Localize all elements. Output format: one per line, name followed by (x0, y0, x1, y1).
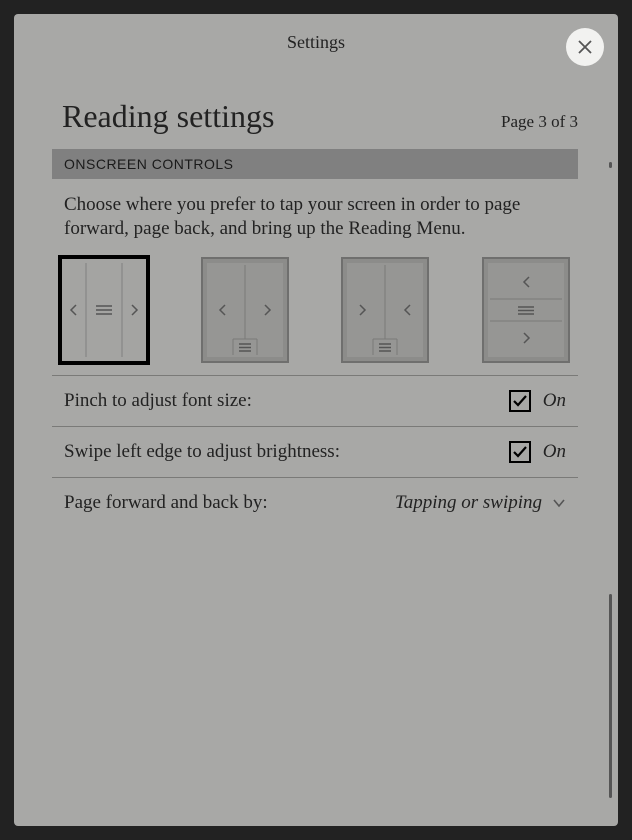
chevron-right-icon (524, 333, 529, 343)
page-header: Reading settings Page 3 of 3 (14, 70, 618, 149)
page-indicator: Page 3 of 3 (501, 112, 578, 132)
setting-label: Pinch to adjust font size: (64, 390, 509, 412)
section-description: Choose where you prefer to tap your scre… (52, 179, 578, 259)
tap-layout-option-4[interactable] (484, 259, 568, 361)
modal-title: Settings (287, 32, 345, 53)
chevron-right-icon (360, 305, 365, 315)
menu-lines-icon (379, 344, 391, 351)
checkbox-icon (509, 441, 531, 463)
chevron-left-icon (524, 277, 529, 287)
chevron-left-icon (220, 305, 225, 315)
content-area: ONSCREEN CONTROLS Choose where you prefe… (14, 149, 618, 528)
tap-layout-options (52, 259, 578, 375)
section-header: ONSCREEN CONTROLS (52, 149, 578, 179)
setting-pinch-font: Pinch to adjust font size: On (52, 376, 578, 426)
scrollbar-cap (609, 162, 612, 168)
setting-swipe-brightness: Swipe left edge to adjust brightness: On (52, 427, 578, 477)
close-icon (578, 40, 592, 54)
chevron-down-icon (552, 496, 566, 510)
chevron-right-icon (265, 305, 270, 315)
tap-layout-option-3[interactable] (343, 259, 427, 361)
chevron-right-icon (132, 305, 137, 315)
menu-lines-icon (96, 306, 112, 314)
menu-lines-icon (518, 307, 534, 314)
scrollbar-thumb (609, 594, 612, 798)
page-forward-dropdown[interactable]: Tapping or swiping (395, 492, 566, 514)
tap-layout-option-1[interactable] (62, 259, 146, 361)
brightness-toggle[interactable]: On (509, 441, 566, 463)
chevron-left-icon (71, 305, 76, 315)
chevron-left-icon (405, 305, 410, 315)
tap-layout-option-2[interactable] (203, 259, 287, 361)
toggle-state: On (543, 390, 566, 412)
scrollbar[interactable] (609, 162, 612, 798)
pinch-toggle[interactable]: On (509, 390, 566, 412)
settings-modal: Settings Reading settings Page 3 of 3 ON… (14, 14, 618, 826)
checkbox-icon (509, 390, 531, 412)
close-button[interactable] (566, 28, 604, 66)
modal-header: Settings (14, 14, 618, 70)
setting-page-forward: Page forward and back by: Tapping or swi… (52, 478, 578, 528)
setting-label: Swipe left edge to adjust brightness: (64, 441, 509, 463)
setting-label: Page forward and back by: (64, 492, 395, 514)
page-title: Reading settings (62, 98, 274, 135)
menu-lines-icon (239, 344, 251, 351)
toggle-state: On (543, 441, 566, 463)
dropdown-value: Tapping or swiping (395, 492, 542, 514)
